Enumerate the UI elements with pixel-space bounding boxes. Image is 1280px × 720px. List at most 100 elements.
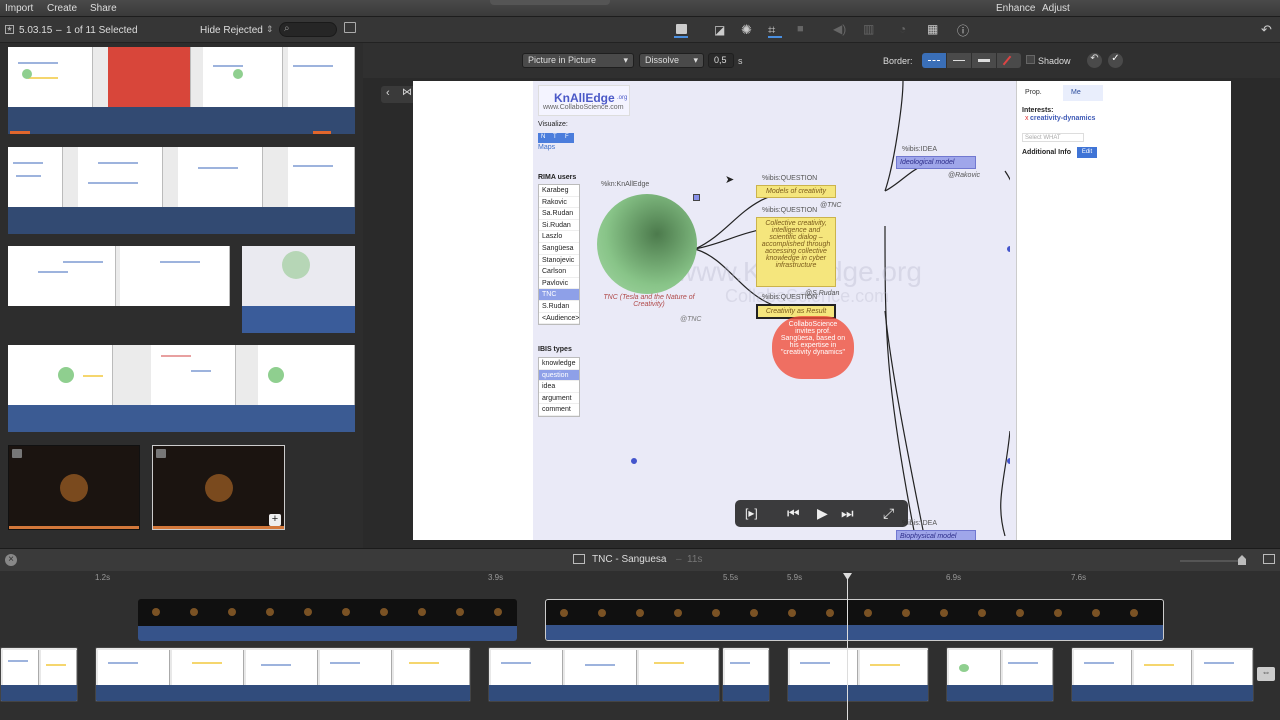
separator: – <box>56 25 62 36</box>
center-node-caption: TNC (Tesla and the Nature of Creativity) <box>603 294 695 308</box>
reset-icon[interactable]: ↶ <box>1087 53 1102 68</box>
tesla-portrait[interactable] <box>597 194 697 294</box>
fullscreen-icon[interactable]: ⤢ <box>883 505 894 522</box>
undo-icon[interactable]: ↶ <box>1261 22 1272 38</box>
user-item[interactable]: Si.Rudan <box>539 220 579 232</box>
timeline-clip[interactable] <box>1071 647 1254 702</box>
library-clip-2[interactable] <box>8 147 355 234</box>
transition-icon[interactable]: ⋈ <box>402 87 412 98</box>
tab-me[interactable]: Me <box>1063 85 1103 101</box>
timeline-clip[interactable] <box>722 647 770 702</box>
star-icon[interactable]: ★ <box>5 25 14 34</box>
ibis-item[interactable]: argument <box>539 393 579 405</box>
q1-node[interactable]: Models of creativity <box>756 185 836 198</box>
idea2-node[interactable]: Biophysical model <box>896 530 976 540</box>
library-photo-2[interactable]: + <box>152 445 285 530</box>
apply-checkmark-icon[interactable]: ✓ <box>1108 53 1123 68</box>
play-icon[interactable]: ▶ <box>817 505 828 522</box>
library-clip-1[interactable] <box>8 47 355 134</box>
timeline-clip[interactable] <box>95 647 471 702</box>
overlay-clip-2[interactable] <box>545 599 1164 641</box>
audio-waveform <box>546 625 1163 640</box>
magic-wand-icon[interactable] <box>676 24 687 34</box>
speed-icon[interactable]: ◔ <box>899 22 906 36</box>
close-project-icon[interactable]: × <box>5 554 17 566</box>
share-button[interactable]: Share <box>90 3 117 14</box>
library-clip-5[interactable] <box>8 345 355 432</box>
user-item[interactable]: Rakovic <box>539 197 579 209</box>
user-item[interactable]: Sa.Rudan <box>539 208 579 220</box>
transition-select[interactable]: Dissolve ▾ <box>639 53 704 68</box>
enhance-button[interactable]: Enhance <box>996 3 1035 14</box>
tab-properties[interactable]: Prop. <box>1025 89 1042 96</box>
filter-dropdown[interactable]: Hide Rejected <box>200 25 263 36</box>
color-balance-icon[interactable]: ◪ <box>714 23 725 37</box>
timeline-settings-icon[interactable] <box>1263 554 1275 564</box>
search-input[interactable]: ⌕ <box>279 22 337 37</box>
q1-tag: %ibis:QUESTION <box>762 175 818 182</box>
user-item[interactable]: Carlson <box>539 266 579 278</box>
color-palette-icon[interactable]: ✺ <box>741 22 752 38</box>
equalizer-icon[interactable]: ▥ <box>863 22 874 36</box>
volume-icon[interactable]: ◀) <box>833 22 846 36</box>
user-item-selected[interactable]: TNC <box>539 289 579 301</box>
info-icon[interactable]: ⓘ <box>957 22 969 39</box>
ibis-item-selected[interactable]: question <box>539 369 579 382</box>
library-clip-4[interactable] <box>242 246 355 333</box>
skip-back-icon[interactable]: ⏮ <box>787 505 800 522</box>
q2-node[interactable]: Collective creativity, intelligence and … <box>756 217 836 287</box>
user-item[interactable]: Laszlo <box>539 231 579 243</box>
clip-view-icon[interactable] <box>344 22 356 33</box>
zoom-slider-knob[interactable] <box>1238 555 1246 565</box>
user-item[interactable]: Pavlovic <box>539 278 579 290</box>
timeline-clip[interactable] <box>488 647 720 702</box>
import-button[interactable]: Import <box>5 3 33 14</box>
timeline-clip[interactable] <box>946 647 1054 702</box>
border-thick-button[interactable] <box>972 53 996 68</box>
user-item[interactable]: Sangüesa <box>539 243 579 255</box>
filter-icon[interactable]: ▦ <box>927 22 938 36</box>
stabilize-icon[interactable]: ■ <box>797 23 804 35</box>
maps-link[interactable]: Maps <box>538 144 555 151</box>
edit-button[interactable]: Edit <box>1077 147 1097 158</box>
ibis-item[interactable]: knowledge <box>539 358 579 370</box>
border-thin-button[interactable] <box>947 53 971 68</box>
playhead[interactable] <box>847 575 848 720</box>
ibis-item[interactable]: comment <box>539 404 579 416</box>
user-item[interactable]: Stanojevic <box>539 255 579 267</box>
shadow-checkbox[interactable] <box>1026 55 1035 64</box>
ibis-item[interactable]: idea <box>539 381 579 393</box>
adjust-button[interactable]: Adjust <box>1042 3 1070 14</box>
clip-audio-strip <box>8 207 355 234</box>
add-to-project-icon[interactable]: + <box>269 514 281 526</box>
photo-duration-bar <box>9 526 139 529</box>
library-clip-3[interactable] <box>8 246 230 333</box>
expand-timeline-icon[interactable]: ⇔ <box>1257 667 1275 681</box>
zoom-slider[interactable] <box>1180 560 1243 562</box>
clip-audio-strip <box>242 306 355 333</box>
tick-label: 7.6s <box>1071 573 1087 582</box>
library-photo-1[interactable] <box>8 445 140 530</box>
overlay-clip-1[interactable] <box>138 599 517 641</box>
overlay-controls-bar: Picture in Picture ▾ Dissolve ▾ 0,5 s Bord… <box>363 43 1280 78</box>
timeline-clip[interactable] <box>787 647 929 702</box>
create-button[interactable]: Create <box>47 3 77 14</box>
border-dashed-button[interactable] <box>922 53 946 68</box>
node-handle[interactable] <box>693 194 700 201</box>
border-color-button[interactable] <box>997 53 1021 68</box>
user-item[interactable]: Karabeg <box>539 185 579 197</box>
visualize-buttons[interactable]: N T F <box>538 133 574 143</box>
clip-frame <box>8 47 93 107</box>
skip-forward-icon[interactable]: ⏭ <box>841 505 854 522</box>
play-selection-icon[interactable]: [▸] <box>745 506 758 520</box>
overlay-style-select[interactable]: Picture in Picture ▾ <box>522 53 634 68</box>
duration-input[interactable]: 0,5 <box>708 53 734 68</box>
timeline-clip[interactable] <box>0 647 78 702</box>
remove-interest-icon[interactable]: x <box>1025 115 1029 122</box>
select-what-input[interactable]: Select WHAT <box>1022 133 1084 142</box>
user-item[interactable]: S.Rudan <box>539 301 579 313</box>
user-item[interactable]: <Audience> <box>539 313 579 325</box>
idea1-node[interactable]: Ideological model <box>896 156 976 169</box>
interest-tag[interactable]: creativity-dynamics <box>1030 115 1095 122</box>
chevron-left-icon[interactable]: ‹ <box>386 87 390 99</box>
